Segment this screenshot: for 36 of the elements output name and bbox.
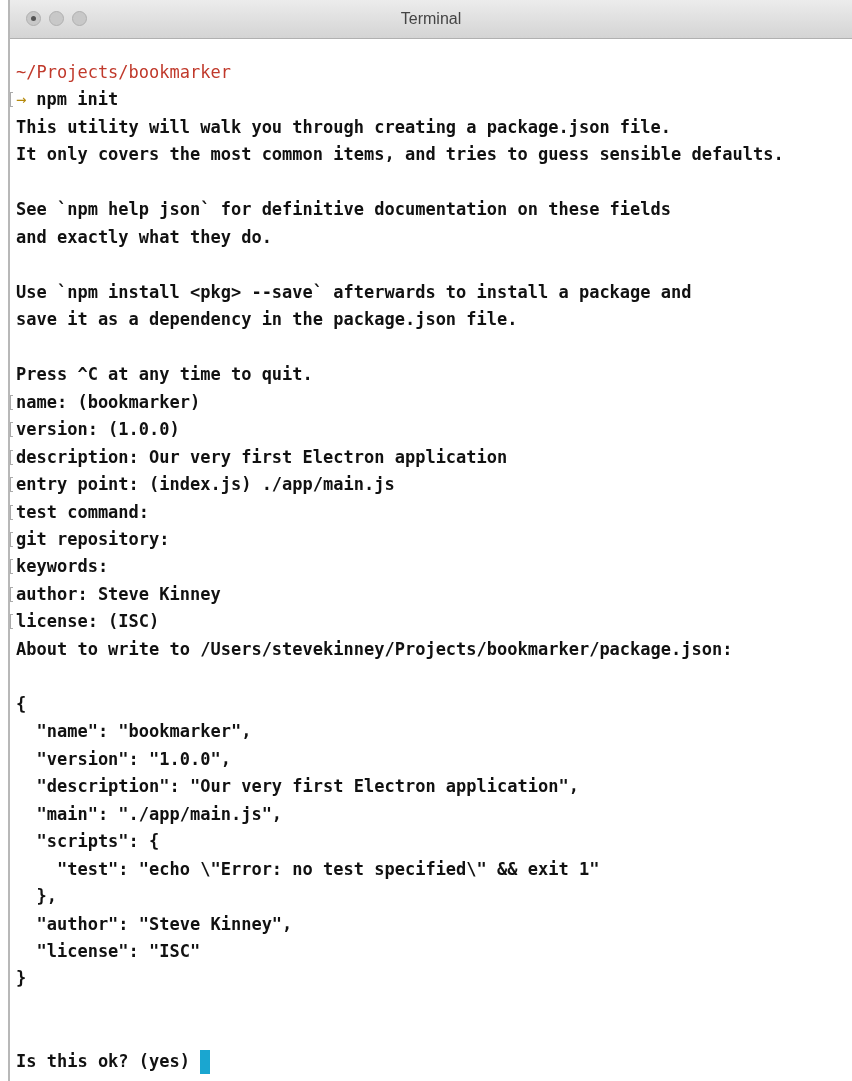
zoom-button[interactable] xyxy=(72,11,87,26)
output-text: It only covers the most common items, and tries to guess sensible defaults. xyxy=(16,143,784,167)
output-text: "test": "echo \"Error: no test specified\" && exit 1" xyxy=(55,857,600,881)
output-text: "scripts": { xyxy=(35,830,160,854)
output-text: license: (ISC) xyxy=(16,610,160,634)
output-text: { xyxy=(16,692,27,716)
window-title: Terminal xyxy=(400,10,462,28)
output-text: This utility will walk you through creating a package.json file. xyxy=(16,115,672,139)
output-text: See `npm help json` for definitive documentation on these fields xyxy=(16,198,672,222)
output-text: } xyxy=(16,967,27,991)
output-text: author: Steve Kinney xyxy=(16,582,221,606)
output-text: test command: xyxy=(16,500,150,524)
output-text: version: (1.0.0) xyxy=(16,418,180,442)
command-text: npm init xyxy=(36,88,119,112)
output-text: description: Our very first Electron application xyxy=(16,445,508,469)
output-text: "author": "Steve Kinney", xyxy=(35,912,293,936)
output-text: and exactly what they do. xyxy=(16,225,272,249)
output-text: "version": "1.0.0", xyxy=(35,747,231,771)
output-text: save it as a dependency in the package.json file. xyxy=(16,308,518,332)
output-text: name: (bookmarker) xyxy=(16,390,201,414)
prompt-arrow: → xyxy=(16,88,27,112)
output-text: git repository: xyxy=(16,527,170,551)
output-text: keywords: xyxy=(16,555,109,579)
output-text: "main": "./app/main.js", xyxy=(35,802,283,826)
output-text: "license": "ISC" xyxy=(35,940,201,963)
directory-path: ~/Projects/bookmarker xyxy=(16,61,231,84)
minimize-button[interactable] xyxy=(49,11,64,26)
close-button[interactable] xyxy=(26,11,41,26)
output-text: }, xyxy=(35,885,57,909)
output-text: Use `npm install <pkg> --save` afterwards to install a package and xyxy=(16,280,692,304)
output-text: "name": "bookmarker", xyxy=(35,720,252,744)
output-text: Press ^C at any time to quit. xyxy=(16,363,313,387)
output-text: About to write to /Users/stevekinney/Projects/bookmarker/package.json: xyxy=(16,637,733,661)
output-text: entry point: (index.js) ./app/main.js xyxy=(16,473,395,497)
output-text: "description": "Our very first Electron application", xyxy=(35,775,579,799)
output-text: Is this ok? (yes) xyxy=(16,1049,190,1073)
